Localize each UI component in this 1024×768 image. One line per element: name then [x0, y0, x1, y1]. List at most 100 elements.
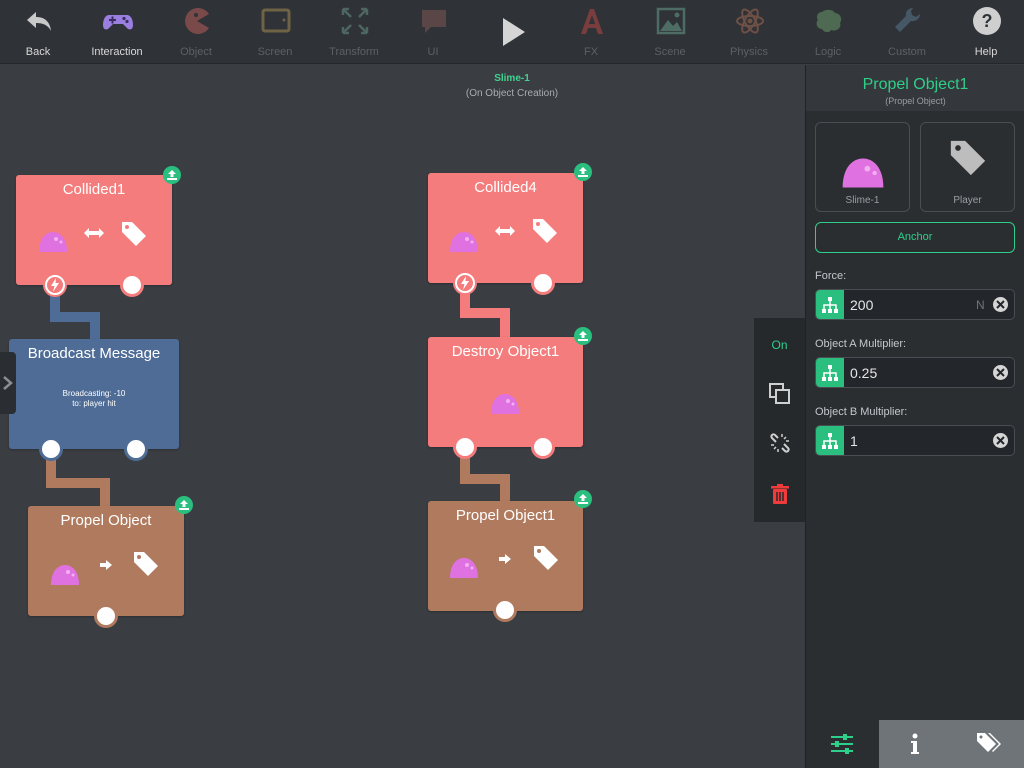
output-port[interactable] [531, 435, 555, 459]
tag-icon [950, 140, 986, 176]
toolbar-screen-button[interactable]: Screen [240, 0, 310, 64]
unlink-icon[interactable] [769, 432, 791, 454]
scene-title: Slime-1 [494, 73, 530, 84]
trigger-port[interactable] [43, 273, 67, 297]
force-field[interactable]: 200 N [815, 289, 1015, 320]
object-b-label: Player [953, 195, 982, 206]
wrench-icon [895, 8, 920, 32]
clear-object-b-multiplier-button[interactable] [993, 433, 1008, 448]
clear-force-button[interactable] [993, 297, 1008, 312]
node-collided1[interactable]: Collided1 [16, 175, 172, 285]
toolbar-ui-label: UI [427, 46, 439, 58]
close-icon [996, 300, 1005, 309]
node-propel-object[interactable]: Propel Object [28, 506, 184, 616]
toolbar-transform-label: Transform [329, 46, 379, 58]
trigger-port[interactable] [453, 271, 477, 295]
broadcast-message-text: Broadcasting: -10 [62, 389, 126, 398]
lightning-icon [455, 273, 475, 293]
node-destroy-object1[interactable]: Destroy Object1 [428, 337, 583, 447]
tag-icon [122, 222, 146, 246]
wire-collided1-to-broadcast [90, 312, 100, 340]
clear-object-a-multiplier-button[interactable] [993, 365, 1008, 380]
play-button[interactable] [477, 0, 547, 64]
toolbar-object-label: Object [180, 46, 212, 58]
help-icon: ? [973, 7, 1001, 35]
properties-panel: Propel Object1 (Propel Object) Slime-1 P… [805, 65, 1024, 768]
output-port[interactable] [124, 437, 148, 461]
toolbar-physics-button[interactable]: Physics [714, 0, 784, 64]
broadcast-target-text: to: player hit [72, 399, 116, 408]
wire-broadcast-to-propel [100, 478, 110, 508]
wire-destroy-to-propel1 [500, 474, 510, 502]
toolbar-object-button[interactable]: Object [161, 0, 231, 64]
svg-text:?: ? [982, 11, 993, 31]
toggle-on-button[interactable]: On [754, 338, 805, 352]
object-b-multiplier-value[interactable]: 1 [850, 433, 858, 449]
toolbar-interaction-button[interactable]: Interaction [82, 0, 152, 64]
toolbar-back-button[interactable]: Back [3, 0, 73, 64]
info-icon [911, 733, 919, 754]
slime-icon [39, 232, 67, 252]
toolbar-scene-button[interactable]: Scene [635, 0, 705, 64]
hierarchy-icon[interactable] [816, 290, 844, 319]
output-port[interactable] [531, 271, 555, 295]
object-b-target[interactable]: Player [920, 122, 1015, 212]
output-port[interactable] [39, 437, 63, 461]
tab-properties[interactable] [806, 720, 879, 768]
toolbar: Back Interaction Object Screen Transform… [0, 0, 1024, 64]
hierarchy-icon[interactable] [816, 358, 844, 387]
node-broadcast-message[interactable]: Broadcast Message Broadcasting: -10 to: … [9, 339, 179, 449]
node-title: Destroy Object1 [451, 343, 560, 360]
node-title: Collided4 [474, 179, 537, 196]
object-b-multiplier-field[interactable]: 1 [815, 425, 1015, 456]
toolbar-fx-button[interactable]: FX [556, 0, 626, 64]
object-a-multiplier-value[interactable]: 0.25 [850, 365, 877, 381]
chevron-right-icon [3, 376, 13, 390]
toolbar-help-button[interactable]: ? Help [951, 0, 1021, 64]
transform-icon [341, 7, 369, 35]
output-port[interactable] [94, 604, 118, 628]
output-port[interactable] [453, 435, 477, 459]
export-button[interactable] [175, 496, 193, 514]
hierarchy-icon[interactable] [816, 426, 844, 455]
trash-icon[interactable] [771, 484, 789, 504]
export-button[interactable] [574, 163, 592, 181]
toolbar-interaction-label: Interaction [91, 46, 143, 58]
upload-icon [578, 167, 588, 177]
object-a-multiplier-field[interactable]: 0.25 [815, 357, 1015, 388]
toolbar-help-label: Help [974, 46, 998, 58]
brain-icon [816, 9, 842, 33]
force-value[interactable]: 200 [850, 297, 873, 313]
node-collided4[interactable]: Collided4 [428, 173, 583, 283]
upload-icon [179, 500, 189, 510]
lightning-icon [45, 275, 65, 295]
tag-icon [533, 219, 557, 243]
tab-info[interactable] [879, 720, 952, 768]
node-title: Collided1 [62, 181, 126, 198]
slime-icon [450, 558, 478, 578]
anchor-button[interactable]: Anchor [815, 222, 1015, 253]
panel-title: Propel Object1 [862, 76, 969, 93]
double-arrow-icon [84, 228, 104, 238]
tab-tags[interactable] [952, 720, 1024, 768]
toolbar-custom-button[interactable]: Custom [872, 0, 942, 64]
object-a-target[interactable]: Slime-1 [815, 122, 910, 212]
landscape-icon [656, 7, 686, 35]
panel-header: Propel Object1 (Propel Object) [806, 65, 1024, 111]
toolbar-logic-button[interactable]: Logic [793, 0, 863, 64]
output-port[interactable] [120, 273, 144, 297]
toolbar-back-label: Back [25, 46, 51, 58]
node-propel-object1[interactable]: Propel Object1 [428, 501, 583, 611]
object-a-multiplier-label: Object A Multiplier: [815, 338, 907, 350]
export-button[interactable] [574, 490, 592, 508]
play-icon [503, 18, 525, 46]
export-button[interactable] [163, 166, 181, 184]
panel-subtitle: (Propel Object) [885, 96, 946, 106]
expand-left-panel-handle[interactable] [0, 352, 16, 414]
speech-bubble-icon [422, 10, 446, 33]
export-button[interactable] [574, 327, 592, 345]
toolbar-transform-button[interactable]: Transform [319, 0, 389, 64]
output-port[interactable] [493, 598, 517, 622]
copy-icon[interactable] [769, 383, 791, 405]
toolbar-ui-button[interactable]: UI [398, 0, 468, 64]
